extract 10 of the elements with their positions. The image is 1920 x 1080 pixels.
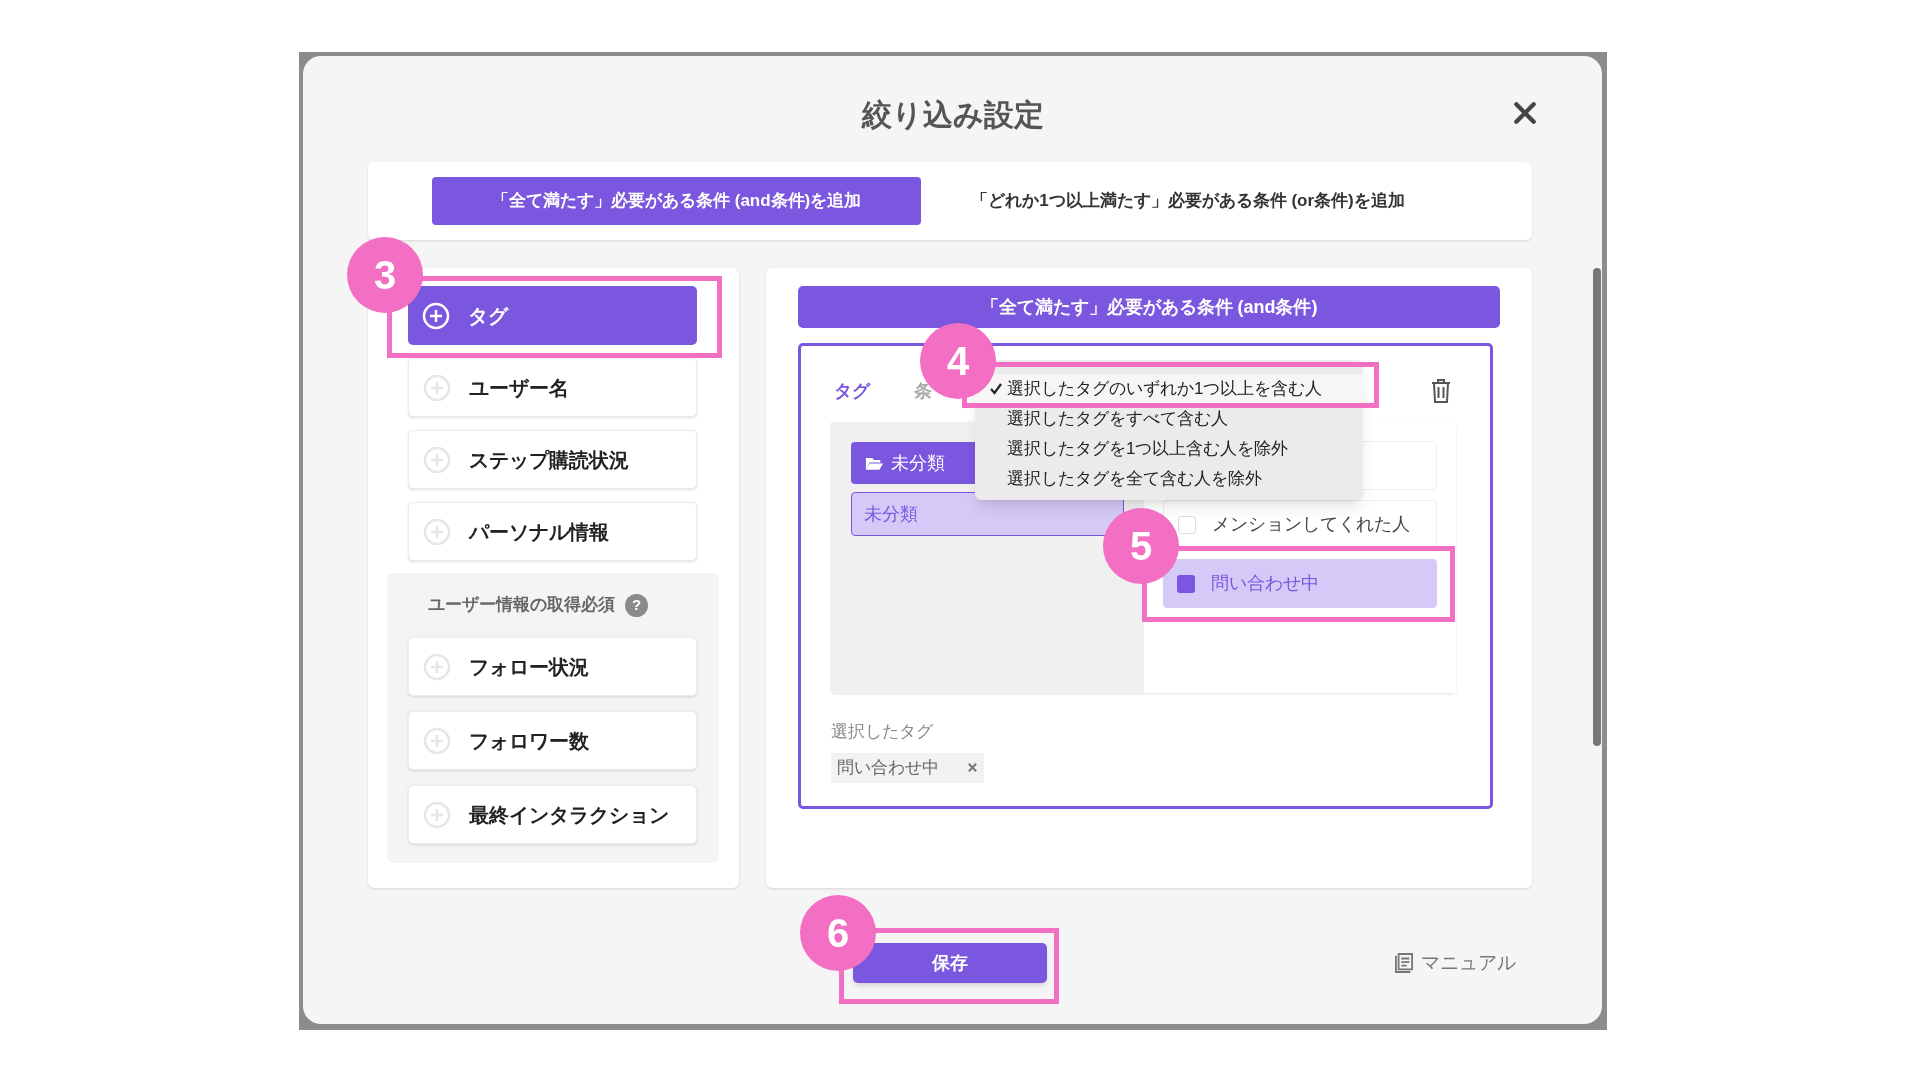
selected-tag-chip: 問い合わせ中 (831, 752, 984, 783)
step-number: 3 (347, 237, 423, 313)
condition-header: 「全て満たす」必要がある条件 (and条件) (798, 286, 1500, 328)
selected-tags-label: 選択したタグ (831, 721, 934, 743)
group-title: ユーザー情報の取得必須 (428, 594, 615, 617)
step-number: 6 (800, 895, 876, 971)
tag-name: メンションしてくれた人 (1212, 513, 1410, 536)
dialog-title: 絞り込み設定 (861, 96, 1044, 133)
tag-name: 問い合わせ中 (1211, 572, 1319, 595)
field-label: タグ (834, 379, 872, 403)
